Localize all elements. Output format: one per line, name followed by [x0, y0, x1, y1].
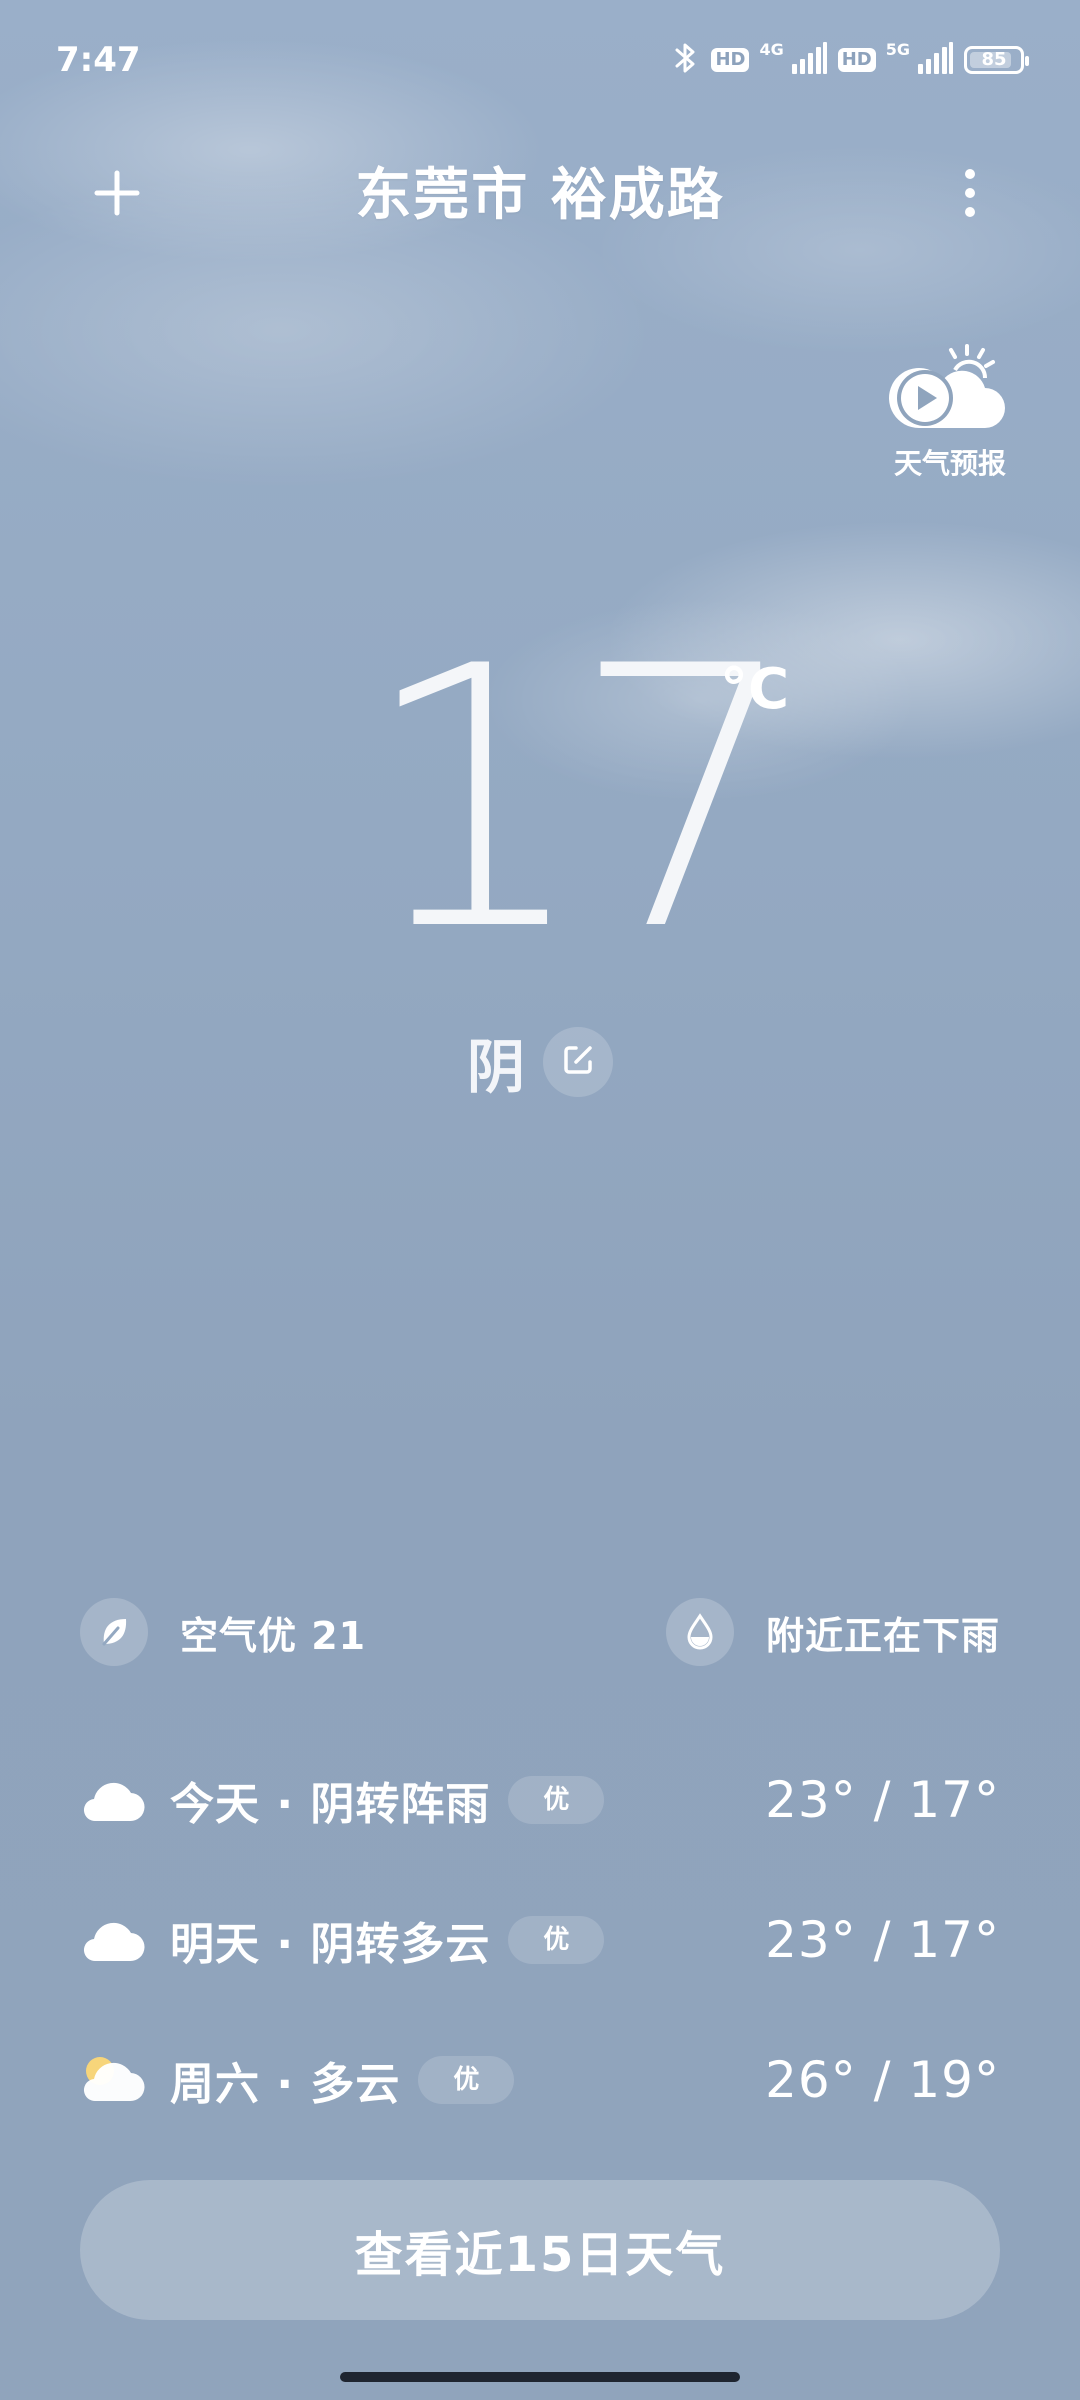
weather-condition: 阴 — [466, 1033, 525, 1101]
cloudy-icon — [80, 1775, 146, 1825]
aqi-badge: 优 — [508, 1916, 605, 1964]
location-title[interactable]: 东莞市 裕成路 — [240, 150, 840, 231]
signal-icon — [916, 42, 954, 78]
battery-icon: 85 — [964, 46, 1029, 74]
more-options-button[interactable] — [930, 150, 1010, 240]
day-label: 周六 · 多云 — [170, 2059, 401, 2110]
hd-badge: HD — [711, 48, 750, 72]
top-bar: 东莞市 裕成路 — [0, 140, 1080, 250]
leaf-icon — [80, 1598, 148, 1666]
temperature-unit: °C — [720, 657, 790, 722]
cloudy-icon — [80, 1915, 146, 1965]
network-type-label: 4G — [759, 40, 784, 59]
play-cloud-icon — [885, 344, 1015, 440]
temperature-range: 26° / 19° — [765, 2051, 1000, 2109]
day-label: 明天 · 阴转多云 — [170, 1919, 491, 1970]
day-label: 今天 · 阴转阵雨 — [170, 1779, 491, 1830]
status-bar: 7:47 HD 4G HD 5G 85 — [0, 0, 1080, 120]
weather-forecast-video-button[interactable]: 天气预报 — [880, 340, 1020, 482]
current-temperature: 17 °C — [360, 590, 820, 1009]
aqi-badge: 优 — [418, 2056, 515, 2104]
temperature-range: 23° / 17° — [765, 1771, 1000, 1829]
rain-nearby-text: 附近正在下雨 — [765, 1613, 1000, 1658]
edit-icon — [560, 1042, 596, 1082]
hd-badge: HD — [837, 48, 876, 72]
daily-forecast-row[interactable]: 周六 · 多云 优 26° / 19° — [80, 2010, 1000, 2150]
more-vertical-icon — [962, 168, 978, 222]
status-icons: HD 4G HD 5G 85 — [671, 40, 1029, 80]
rain-nearby-item[interactable]: 附近正在下雨 — [665, 1598, 1000, 1666]
battery-level: 85 — [981, 49, 1007, 70]
info-row: 空气优 21 附近正在下雨 — [80, 1598, 1000, 1670]
aqi-badge: 优 — [508, 1776, 605, 1824]
air-quality-text: 空气优 21 — [180, 1613, 367, 1658]
condition-row: 阴 — [0, 1020, 1080, 1104]
temperature-value: 17 — [360, 590, 800, 1009]
signal-icon — [790, 42, 828, 78]
daily-forecast-row[interactable]: 明天 · 阴转多云 优 23° / 17° — [80, 1870, 1000, 2010]
daily-forecast-list: 今天 · 阴转阵雨 优 23° / 17° 明天 · 阴转多云 优 23° / … — [80, 1730, 1000, 2150]
view-15-day-forecast-button[interactable]: 查看近15日天气 — [80, 2180, 1000, 2320]
partly-cloudy-icon — [80, 2055, 146, 2105]
weather-screen: 7:47 HD 4G HD 5G 85 东莞市 裕成路 天气预报 17 °C 阴… — [0, 0, 1080, 2400]
water-drop-icon — [665, 1598, 734, 1666]
temperature-range: 23° / 17° — [765, 1911, 1000, 1969]
network-type-label: 5G — [885, 40, 910, 59]
daily-forecast-row[interactable]: 今天 · 阴转阵雨 优 23° / 17° — [80, 1730, 1000, 1870]
add-city-button[interactable] — [72, 150, 162, 240]
feedback-edit-button[interactable] — [543, 1027, 613, 1097]
view-15-day-label: 查看近15日天气 — [354, 2227, 726, 2283]
forecast-video-label: 天气预报 — [893, 447, 1006, 480]
home-indicator[interactable] — [340, 2372, 740, 2382]
plus-icon — [93, 169, 141, 221]
bluetooth-icon — [671, 40, 701, 80]
air-quality-item[interactable]: 空气优 21 — [80, 1598, 366, 1666]
status-time: 7:47 — [56, 40, 141, 80]
